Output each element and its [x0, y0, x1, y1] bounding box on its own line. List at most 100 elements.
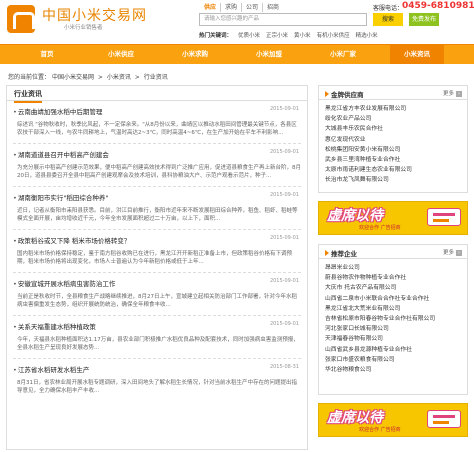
recommended-item[interactable]: 大庆市 托古农产品有限公司 — [325, 283, 461, 293]
recommended-more-link[interactable]: 更多 › — [443, 248, 462, 256]
ad-headline: 虚席以待 — [327, 208, 383, 224]
site-subtitle: 小米行业销售者 — [64, 25, 103, 31]
site-header: 中国小米交易网 小米行业销售者 供应 求购 公司 招商 请输入您感兴趣的产品 搜… — [0, 0, 474, 44]
main-nav: 首页 小米供应 小米求购 小米加盟 小米厂家 小米资讯 — [0, 44, 474, 64]
breadcrumb-home[interactable]: 中国小米交易网 — [52, 74, 94, 81]
news-date: 2015-09-01 — [269, 235, 299, 241]
news-title-link[interactable]: 云南曲靖加强水稻中后期管理 — [18, 108, 103, 116]
recommended-item[interactable]: 天津福春谷物有限公司 — [325, 334, 461, 344]
supplier-panel-title: 金牌供应商 — [325, 89, 364, 99]
hot-search-link[interactable]: 精选小米 — [356, 31, 378, 39]
news-item: •湖南衡阳市实行"稻田综合种养" 2015-09-01 近日，记者从衡阳市耒阳县… — [13, 187, 301, 230]
supplier-item[interactable]: 长治市龙飞凤舞有限公司 — [325, 175, 461, 185]
nav-item-supply[interactable]: 小米供应 — [94, 45, 148, 64]
hot-search-bar: 热门关键词： 优质小米 正宗小米 黄小米 有机小米供应 精选小米 — [199, 31, 378, 39]
supplier-panel-header: 金牌供应商 更多 › — [319, 86, 467, 100]
supplier-panel: 金牌供应商 更多 › 黑龙江省方丰农业发展有限公司 绥化农业产品公司 大城县丰乐农… — [318, 85, 468, 193]
recommended-item[interactable]: 山西省武乡县龙源种植专业合作社 — [325, 345, 461, 355]
news-list: •云南曲靖加强水稻中后期管理 2015-09-01 综述讯 "谷物秋收时，秋季比… — [7, 101, 307, 402]
recommended-item[interactable]: 昂昂米业公司 — [325, 263, 461, 273]
search-tab-franchise[interactable]: 招商 — [262, 3, 283, 12]
news-panel-header: 行业资讯 — [7, 86, 307, 103]
recommended-item[interactable]: 吉林省松原市阳春谷物专业合作社有限公司 — [325, 314, 461, 324]
recommended-item[interactable]: 黑龙江省北大荒米业有限公司 — [325, 304, 461, 314]
supplier-item[interactable]: 绥化农业产品公司 — [325, 114, 461, 124]
news-title-link[interactable]: 湖南道道县召开中稻高产创建会 — [18, 151, 109, 159]
hotline-number: 0459-6810981 — [402, 1, 474, 11]
recommended-item[interactable]: 华北谷物粮食公司 — [325, 365, 461, 375]
supplier-list: 黑龙江省方丰农业发展有限公司 绥化农业产品公司 大城县丰乐农民合作社 惠亿发现代… — [319, 100, 467, 188]
ad-graphic-icon — [427, 208, 461, 226]
hotline-label: 客服电话： — [373, 5, 404, 12]
ad-banner[interactable]: 虚席以待 欢迎合作 广告招商 — [318, 403, 468, 437]
hot-search-link[interactable]: 黄小米 — [294, 31, 311, 39]
news-summary: 国内稻米市场价格保持稳定，鉴于南方稻谷收购已在进行，黑龙江开开新稻正准备上市，但… — [17, 251, 293, 265]
ad-subtext: 欢迎合作 广告招商 — [359, 225, 401, 231]
recommended-item[interactable]: 山西省二泉市小米联合合作社专业合作社 — [325, 294, 461, 304]
supplier-item[interactable]: 松桃集团阳安黄小米有限公司 — [325, 145, 461, 155]
nav-item-franchise[interactable]: 小米加盟 — [242, 45, 296, 64]
news-title-link[interactable]: 湖南衡阳市实行"稻田综合种养" — [18, 194, 108, 202]
recommended-panel-header: 推荐企业 更多 › — [319, 245, 467, 259]
search-tabs: 供应 求购 公司 招商 — [200, 3, 283, 12]
publish-button[interactable]: 免费发布 — [409, 13, 439, 26]
arrow-right-icon: › — [456, 249, 462, 256]
supplier-item[interactable]: 太原市雨诺利建生态农业有限公司 — [325, 165, 461, 175]
news-date: 2015-09-01 — [269, 106, 299, 112]
supplier-item[interactable]: 武乡县三里湾种植专业合作社 — [325, 155, 461, 165]
supplier-item[interactable]: 惠亿发现代农业 — [325, 135, 461, 145]
news-title-link[interactable]: 政策稻谷或又下降 稻米市场价格转变？ — [18, 237, 131, 245]
supplier-item[interactable]: 大城县丰乐农民合作社 — [325, 124, 461, 134]
news-title-link[interactable]: 安徽宣城开展水稻病虫害防治工作 — [18, 280, 116, 288]
recommended-item[interactable]: 河北张家口长城有限公司 — [325, 324, 461, 334]
news-item: •关系天福重建水稻种植政策 2015-09-01 今年，天福县水稻种植面积达1.… — [13, 316, 301, 359]
breadcrumb-current: 行业资讯 — [143, 74, 168, 81]
nav-item-purchase[interactable]: 小米求购 — [168, 45, 222, 64]
news-panel: 行业资讯 •云南曲靖加强水稻中后期管理 2015-09-01 综述讯 "谷物秋收… — [6, 85, 308, 450]
news-summary: 近日，记者从衡阳市耒阳县获悉。目前，洪江目前推行，衡阳市近年来不断发展稻田综合种… — [17, 208, 298, 222]
search-input[interactable]: 请输入您感兴趣的产品 — [199, 13, 367, 26]
news-date: 2015-09-01 — [269, 321, 299, 327]
supplier-more-link[interactable]: 更多 › — [443, 89, 462, 97]
ad-subtext: 欢迎合作 广告招商 — [359, 427, 401, 433]
news-summary: 今年，天福县水稻种植面积达1.17万亩，县农业部门积极推广水稻优良品种及配套技术… — [17, 337, 299, 351]
news-summary: 为充分展示中稻高产创建示范效果，便中稻高产创建高效技术得到广泛推广应用，促进道县… — [17, 165, 301, 179]
breadcrumb-news[interactable]: 小米资讯 — [107, 74, 131, 81]
search-tab-company[interactable]: 公司 — [241, 3, 262, 12]
bullet-icon: • — [13, 194, 17, 202]
news-item: •云南曲靖加强水稻中后期管理 2015-09-01 综述讯 "谷物秋收时，秋季比… — [13, 101, 301, 144]
nav-item-home[interactable]: 首页 — [20, 45, 74, 64]
news-date: 2015-09-01 — [269, 192, 299, 198]
news-date: 2015-08-31 — [269, 364, 299, 370]
hot-search-link[interactable]: 正宗小米 — [266, 31, 288, 39]
hot-search-link[interactable]: 优质小米 — [238, 31, 260, 39]
supplier-item[interactable]: 黑龙江省方丰农业发展有限公司 — [325, 104, 461, 114]
search-button[interactable]: 搜索 — [373, 13, 403, 26]
logo-icon[interactable] — [7, 5, 35, 33]
arrow-right-icon: › — [456, 90, 462, 97]
hot-search-label: 热门关键词： — [199, 33, 233, 39]
news-title-link[interactable]: 江苏省水稻研发水稻生产 — [18, 366, 90, 374]
bullet-icon: • — [13, 237, 17, 245]
search-tab-purchase[interactable]: 求购 — [220, 3, 241, 12]
nav-item-factory[interactable]: 小米厂家 — [316, 45, 370, 64]
bullet-icon: • — [13, 323, 17, 331]
recommended-item[interactable]: 蔚县谷物农作物种植专业合作社 — [325, 273, 461, 283]
news-item: •江苏省水稻研发水稻生产 2015-08-31 8月31日，省农林业局开展水稻专… — [13, 359, 301, 402]
recommended-panel: 推荐企业 更多 › 昂昂米业公司 蔚县谷物农作物种植专业合作社 大庆市 托古农产品… — [318, 244, 468, 395]
site-title[interactable]: 中国小米交易网 — [42, 5, 147, 25]
news-date: 2015-09-01 — [269, 149, 299, 155]
news-item: •政策稻谷或又下降 稻米市场价格转变？ 2015-09-01 国内稻米市场价格保… — [13, 230, 301, 273]
news-title-link[interactable]: 关系天福重建水稻种植政策 — [18, 323, 96, 331]
recommended-panel-title: 推荐企业 — [325, 248, 357, 258]
news-item: •安徽宣城开展水稻病虫害防治工作 2015-09-01 当前正是秋收时节，全县粮… — [13, 273, 301, 316]
recommended-item[interactable]: 张家口市盛农粮食有限公司 — [325, 355, 461, 365]
breadcrumb-separator: > — [97, 74, 103, 81]
ad-graphic-icon — [427, 410, 461, 428]
bullet-icon: • — [13, 366, 17, 374]
bullet-icon: • — [13, 151, 17, 159]
search-tab-supply[interactable]: 供应 — [200, 3, 220, 12]
ad-banner[interactable]: 虚席以待 欢迎合作 广告招商 — [318, 201, 468, 235]
hot-search-link[interactable]: 有机小米供应 — [317, 31, 350, 39]
nav-item-news[interactable]: 小米资讯 — [390, 45, 444, 64]
